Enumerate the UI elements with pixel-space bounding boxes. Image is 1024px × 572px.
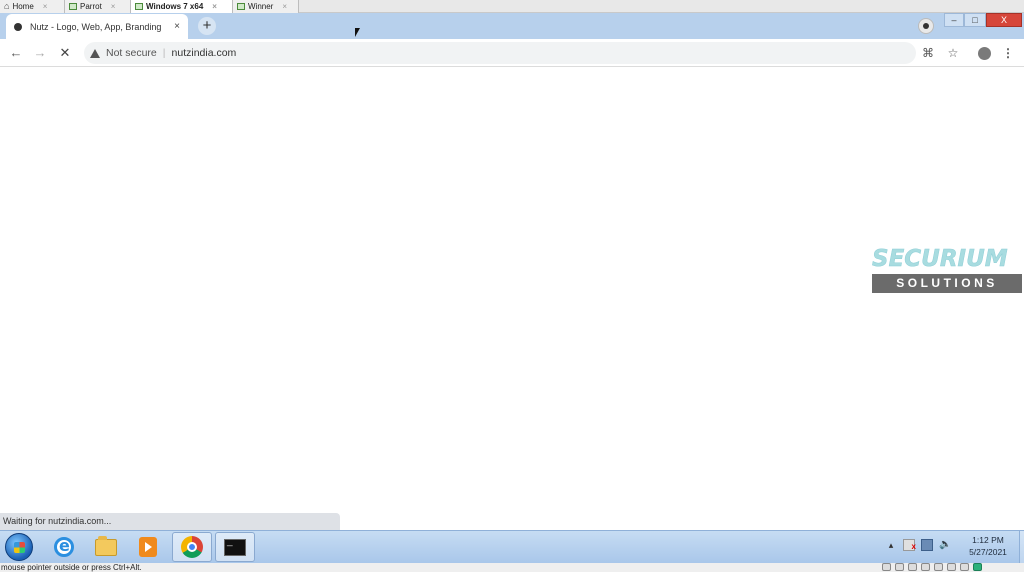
loading-status-bubble: Waiting for nutzindia.com... <box>0 513 340 530</box>
clock-time: 1:12 PM <box>972 535 1004 545</box>
windows-taskbar: ▴ 🔈 1:12 PM 5/27/2021 <box>0 530 1024 564</box>
browser-toolbar: ← → ✕ Not secure | nutzindia.com ⌘ ☆ ⋮ <box>0 39 1024 67</box>
close-icon[interactable]: × <box>43 2 48 11</box>
back-arrow-icon[interactable]: ← <box>7 44 25 62</box>
folder-icon <box>95 535 117 556</box>
forward-arrow-icon[interactable]: → <box>31 44 49 62</box>
start-button[interactable] <box>5 533 33 561</box>
qr-code-icon[interactable]: ⌘ <box>919 44 937 62</box>
securium-watermark: SECURIUM SOLUTIONS <box>872 246 1022 294</box>
watermark-top-text: SECURIUM <box>872 246 1008 272</box>
hdd-icon[interactable] <box>882 563 891 571</box>
usb-icon[interactable] <box>921 563 930 571</box>
taskbar-clock[interactable]: 1:12 PM 5/27/2021 <box>958 534 1018 558</box>
internet-explorer-icon <box>54 536 74 557</box>
minimize-button[interactable]: – <box>944 13 964 27</box>
warning-icon[interactable] <box>90 48 100 58</box>
vm-tab-strip: ⌂ Home × Parrot × Windows 7 x64 × Winner… <box>0 0 1024 13</box>
chrome-icon <box>181 536 203 558</box>
network-adapter-icon[interactable] <box>908 563 917 571</box>
page-content <box>0 68 1024 530</box>
vm-tab-home[interactable]: ⌂ Home × <box>0 0 65 13</box>
host-device-icons <box>882 563 982 571</box>
vm-tab-label: Parrot <box>80 2 102 11</box>
close-window-button[interactable]: X <box>986 13 1022 27</box>
show-desktop-button[interactable] <box>1019 531 1024 564</box>
maximize-button[interactable]: □ <box>964 13 986 27</box>
close-icon[interactable]: × <box>282 2 287 11</box>
system-tray: ▴ 🔈 <box>885 539 951 553</box>
action-center-icon[interactable] <box>903 539 916 553</box>
vm-tab-label: Windows 7 x64 <box>146 2 204 11</box>
optical-drive-icon[interactable] <box>895 563 904 571</box>
close-icon[interactable]: × <box>212 2 217 11</box>
vm-tab-label: Winner <box>248 2 274 11</box>
screen: ⌂ Home × Parrot × Windows 7 x64 × Winner… <box>0 0 1024 572</box>
mouse-cursor-icon <box>355 28 360 37</box>
shared-folder-icon[interactable] <box>947 563 956 571</box>
taskbar-chrome[interactable] <box>172 532 212 562</box>
media-player-icon <box>139 537 157 557</box>
tab-title: Nutz - Logo, Web, App, Branding <box>30 21 162 32</box>
volume-icon[interactable]: 🔈 <box>939 539 951 551</box>
clock-date: 5/27/2021 <box>969 547 1007 557</box>
vm-icon <box>69 3 77 10</box>
taskbar-ie[interactable] <box>44 532 84 562</box>
host-status-bar: mouse pointer outside or press Ctrl+Alt. <box>0 563 1024 572</box>
vm-icon <box>135 3 143 10</box>
address-bar[interactable]: Not secure | nutzindia.com <box>84 42 916 64</box>
home-icon: ⌂ <box>4 1 10 11</box>
taskbar-cmd[interactable] <box>215 532 255 562</box>
network-icon[interactable] <box>921 539 933 551</box>
taskbar-media-player[interactable] <box>128 532 168 562</box>
printer-icon[interactable] <box>960 563 969 571</box>
close-icon[interactable]: × <box>111 2 116 11</box>
show-hidden-icons-icon[interactable]: ▴ <box>885 539 897 551</box>
host-status-message: mouse pointer outside or press Ctrl+Alt. <box>1 563 142 572</box>
vm-tab-windows7[interactable]: Windows 7 x64 × <box>131 0 233 13</box>
vm-status-icon[interactable] <box>973 563 982 571</box>
url-text[interactable]: nutzindia.com <box>172 47 237 59</box>
address-separator: | <box>162 47 166 59</box>
menu-kebab-icon[interactable]: ⋮ <box>999 44 1017 62</box>
incognito-profile-icon[interactable] <box>918 18 934 34</box>
vm-tab-parrot[interactable]: Parrot × <box>65 0 131 13</box>
stop-loading-icon[interactable]: ✕ <box>56 44 74 62</box>
audio-icon[interactable] <box>934 563 943 571</box>
new-tab-button[interactable]: + <box>198 17 216 35</box>
bookmark-star-icon[interactable]: ☆ <box>944 44 962 62</box>
watermark-bottom-text: SOLUTIONS <box>872 274 1022 293</box>
command-prompt-icon <box>224 536 246 556</box>
close-tab-icon[interactable]: × <box>174 21 180 32</box>
vm-icon <box>237 3 245 10</box>
site-favicon-icon <box>14 22 22 31</box>
windows-logo-icon <box>14 542 25 553</box>
vm-tab-winner[interactable]: Winner × <box>233 0 299 13</box>
browser-tab[interactable]: Nutz - Logo, Web, App, Branding × <box>6 14 188 39</box>
vm-tab-label: Home <box>12 2 34 11</box>
not-secure-label[interactable]: Not secure <box>106 47 157 59</box>
taskbar-explorer[interactable] <box>86 532 126 562</box>
profile-avatar-icon[interactable] <box>975 44 993 62</box>
browser-titlebar: Nutz - Logo, Web, App, Branding × + – □ … <box>0 13 1024 39</box>
